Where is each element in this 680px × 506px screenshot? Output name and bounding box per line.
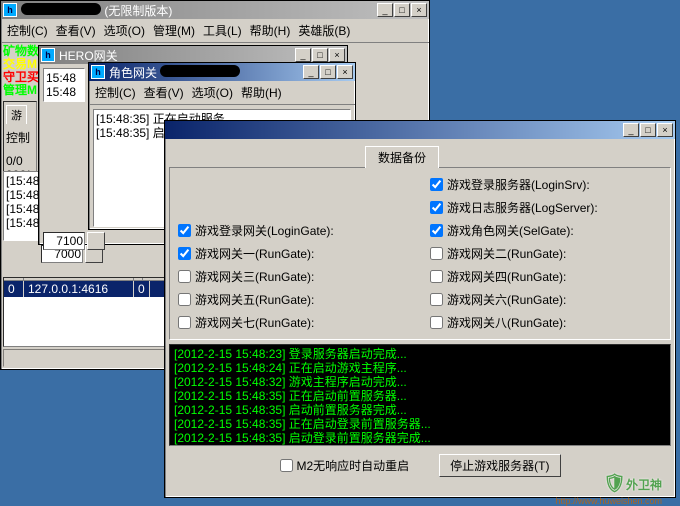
hero-log: 15:48 15:48 bbox=[43, 68, 85, 102]
tab-item[interactable]: 游 bbox=[6, 105, 27, 124]
titlebar-engine[interactable]: h (无限制版本) _ □ × bbox=[1, 1, 429, 19]
console-output: [2012-2-15 15:48:23] 登录服务器启动完成... [2012-… bbox=[169, 344, 671, 446]
hero-port-input[interactable] bbox=[43, 232, 85, 250]
title-hero: HERO网关 bbox=[59, 47, 295, 64]
app-icon: h bbox=[41, 48, 55, 62]
minimize-button[interactable]: _ bbox=[377, 3, 393, 17]
cb-rungate4[interactable]: 游戏网关四(RunGate): bbox=[430, 266, 662, 287]
menu-help[interactable]: 帮助(H) bbox=[246, 20, 295, 41]
service-group: 游戏登录服务器(LoginSrv): 游戏日志服务器(LogServer): 游… bbox=[169, 167, 671, 340]
title-engine: (无限制版本) bbox=[21, 2, 377, 19]
stop-server-button[interactable]: 停止游戏服务器(T) bbox=[439, 454, 560, 477]
cb-rungate8[interactable]: 游戏网关八(RunGate): bbox=[430, 312, 662, 333]
cb-loginsrv[interactable]: 游戏登录服务器(LoginSrv): bbox=[430, 174, 662, 195]
title-role: 角色网关 bbox=[109, 64, 303, 81]
minimize-button[interactable]: _ bbox=[295, 48, 311, 62]
menubar-role: 控制(C) 查看(V) 选项(O) 帮助(H) bbox=[89, 81, 355, 105]
menu-view[interactable]: 查看(V) bbox=[52, 20, 100, 41]
menu-view[interactable]: 查看(V) bbox=[140, 82, 188, 103]
cb-rungate7[interactable]: 游戏网关七(RunGate): bbox=[178, 312, 410, 333]
cb-rungate3[interactable]: 游戏网关三(RunGate): bbox=[178, 266, 410, 287]
menu-tool[interactable]: 工具(L) bbox=[199, 20, 246, 41]
close-button[interactable]: × bbox=[337, 65, 353, 79]
maximize-button[interactable]: □ bbox=[320, 65, 336, 79]
cb-selgate[interactable]: 游戏角色网关(SelGate): bbox=[430, 220, 662, 241]
menubar-engine: 控制(C) 查看(V) 选项(O) 管理(M) 工具(L) 帮助(H) 英雄版(… bbox=[1, 19, 429, 43]
titlebar-controller[interactable]: _ □ × bbox=[165, 121, 675, 139]
menu-control[interactable]: 控制(C) bbox=[3, 20, 52, 41]
hero-port-button[interactable] bbox=[87, 232, 105, 250]
close-button[interactable]: × bbox=[411, 3, 427, 17]
cb-rungate1[interactable]: 游戏网关一(RunGate): bbox=[178, 243, 410, 264]
title-controller bbox=[171, 123, 623, 137]
cb-logserver[interactable]: 游戏日志服务器(LogServer): bbox=[430, 197, 662, 218]
app-icon: h bbox=[91, 65, 105, 79]
cb-logingate[interactable]: 游戏登录网关(LoginGate): bbox=[178, 220, 410, 241]
titlebar-role[interactable]: h 角色网关 _ □ × bbox=[89, 63, 355, 81]
cb-rungate6[interactable]: 游戏网关六(RunGate): bbox=[430, 289, 662, 310]
minimize-button[interactable]: _ bbox=[303, 65, 319, 79]
cb-rungate2[interactable]: 游戏网关二(RunGate): bbox=[430, 243, 662, 264]
minimize-button[interactable]: _ bbox=[623, 123, 639, 137]
app-icon: h bbox=[3, 3, 17, 17]
menu-option[interactable]: 选项(O) bbox=[188, 82, 237, 103]
menu-manage[interactable]: 管理(M) bbox=[149, 20, 199, 41]
menu-hero[interactable]: 英雄版(B) bbox=[294, 20, 354, 41]
cb-rungate5[interactable]: 游戏网关五(RunGate): bbox=[178, 289, 410, 310]
menu-help[interactable]: 帮助(H) bbox=[237, 82, 286, 103]
maximize-button[interactable]: □ bbox=[640, 123, 656, 137]
window-controller[interactable]: _ □ × 数据备份 游戏登录服务器(LoginSrv): 游戏日志服务器(Lo… bbox=[164, 120, 676, 498]
menu-option[interactable]: 选项(O) bbox=[100, 20, 149, 41]
close-button[interactable]: × bbox=[329, 48, 345, 62]
cb-autorestart[interactable]: M2无响应时自动重启 bbox=[280, 455, 410, 476]
menu-control[interactable]: 控制(C) bbox=[91, 82, 140, 103]
side-status: 矿物数 交易M 守卫买 管理M bbox=[3, 45, 39, 97]
footer-row: M2无响应时自动重启 停止游戏服务器(T) bbox=[165, 450, 675, 481]
close-button[interactable]: × bbox=[657, 123, 673, 137]
tab-backup[interactable]: 数据备份 bbox=[365, 146, 439, 168]
maximize-button[interactable]: □ bbox=[394, 3, 410, 17]
maximize-button[interactable]: □ bbox=[312, 48, 328, 62]
